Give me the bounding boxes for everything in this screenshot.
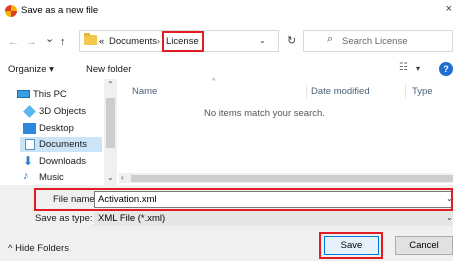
documents-icon — [25, 139, 35, 150]
app-icon — [5, 5, 17, 17]
address-dropdown-icon[interactable]: ⌄ — [259, 36, 266, 45]
column-divider[interactable] — [405, 84, 406, 98]
recent-locations-chevron-icon[interactable]: ⌄ — [45, 34, 54, 45]
sidebar-item-label: Desktop — [39, 123, 74, 134]
hide-folders-label: Hide Folders — [15, 243, 69, 254]
cube-icon — [23, 105, 36, 118]
save-type-value[interactable]: XML File (*.xml) — [98, 213, 165, 224]
nav-pane-scroll-thumb[interactable] — [106, 98, 115, 148]
highlight-license — [162, 31, 204, 52]
sidebar-item-label: Downloads — [39, 156, 86, 167]
cancel-button[interactable]: Cancel — [395, 236, 453, 255]
empty-folder-message: No items match your search. — [204, 108, 325, 119]
title-bar: Save as a new file × — [0, 0, 453, 22]
scroll-down-icon[interactable]: ⌄ — [107, 173, 114, 182]
view-options-icon[interactable]: ☷ — [399, 62, 408, 73]
breadcrumb-documents[interactable]: Documents — [109, 36, 157, 47]
column-header-date-modified[interactable]: Date modified — [311, 86, 370, 97]
help-icon[interactable]: ? — [439, 62, 453, 76]
scroll-left-icon[interactable]: ‹ — [121, 173, 124, 182]
forward-arrow-icon[interactable]: → — [26, 37, 37, 48]
up-arrow-icon[interactable]: ↑ — [60, 37, 66, 48]
save-type-label: Save as type: — [35, 213, 93, 224]
download-arrow-icon: ⬇ — [23, 154, 34, 168]
back-arrow-icon[interactable]: ← — [8, 37, 19, 48]
window-title: Save as a new file — [21, 5, 99, 16]
hide-folders-button[interactable]: ^ Hide Folders — [8, 243, 69, 254]
highlight-save — [319, 232, 383, 259]
search-placeholder: Search License — [342, 36, 408, 47]
column-divider[interactable] — [306, 84, 307, 98]
search-icon: ⌕ — [327, 33, 334, 45]
sidebar-item-label: Music — [39, 172, 64, 183]
music-note-icon: ♪ — [23, 170, 29, 182]
desktop-icon — [23, 123, 36, 134]
column-header-type[interactable]: Type — [412, 86, 433, 97]
breadcrumb-overflow[interactable]: « — [99, 36, 104, 47]
close-icon[interactable]: × — [446, 3, 452, 15]
sidebar-item-label: Documents — [39, 139, 88, 150]
sidebar-item-label: This PC — [33, 89, 67, 100]
organize-button[interactable]: Organize ▾ — [8, 64, 54, 75]
scroll-up-icon[interactable]: ⌃ — [107, 80, 114, 89]
chevron-up-icon: ^ — [8, 243, 13, 254]
folder-icon — [84, 33, 97, 45]
file-list-scroll-thumb[interactable] — [131, 175, 453, 182]
breadcrumb-separator[interactable]: › — [157, 36, 160, 47]
save-type-dropdown-icon[interactable]: ⌄ — [446, 213, 453, 222]
sort-ascending-icon: ^ — [212, 78, 216, 85]
sidebar-item-label: 3D Objects — [39, 106, 86, 117]
highlight-file-name — [34, 188, 453, 211]
column-header-name[interactable]: Name — [132, 86, 157, 97]
computer-icon — [17, 90, 30, 98]
sidebar-item-documents[interactable]: Documents — [20, 137, 102, 152]
new-folder-button[interactable]: New folder — [86, 64, 131, 75]
view-dropdown-icon[interactable]: ▾ — [416, 64, 420, 73]
refresh-icon[interactable]: ↻ — [287, 34, 296, 47]
